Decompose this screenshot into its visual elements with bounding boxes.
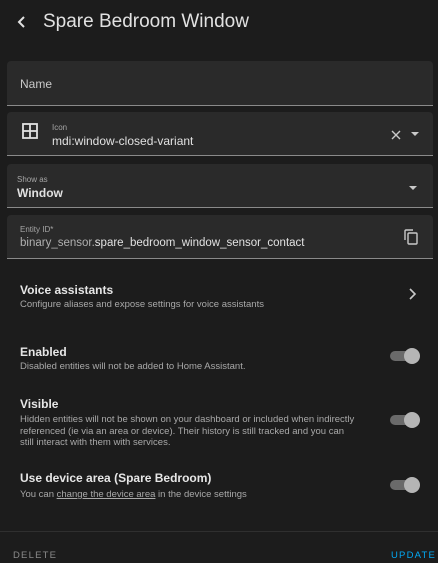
update-button[interactable]: UPDATE bbox=[391, 550, 436, 561]
entity-id-label: Entity ID* bbox=[20, 225, 54, 234]
enabled-toggle[interactable] bbox=[390, 348, 420, 364]
show-as-value: Window bbox=[17, 186, 63, 200]
entity-id-field[interactable]: Entity ID* binary_sensor.spare_bedroom_w… bbox=[7, 215, 433, 259]
page-title: Spare Bedroom Window bbox=[43, 11, 249, 32]
device-area-toggle[interactable] bbox=[390, 477, 420, 493]
enabled-row: Enabled Disabled entities will not be ad… bbox=[0, 340, 438, 380]
name-placeholder: Name bbox=[20, 77, 53, 91]
device-area-title: Use device area (Spare Bedroom) bbox=[20, 471, 212, 485]
device-area-desc-after: in the device settings bbox=[155, 489, 247, 500]
caret-down-icon bbox=[409, 186, 417, 190]
entity-id-prefix: binary_sensor. bbox=[20, 237, 95, 249]
dialog-footer: DELETE UPDATE bbox=[0, 531, 438, 563]
entity-id-object: spare_bedroom_window_sensor_contact bbox=[94, 237, 305, 249]
show-as-dropdown-button[interactable] bbox=[406, 181, 420, 195]
voice-assistants-title: Voice assistants bbox=[20, 283, 114, 297]
show-as-label: Show as bbox=[17, 175, 48, 184]
device-area-desc: You can change the device area in the de… bbox=[20, 489, 247, 501]
copy-icon bbox=[404, 229, 418, 245]
icon-value: mdi:window-closed-variant bbox=[52, 134, 194, 148]
window-closed-variant-icon bbox=[22, 123, 38, 139]
dialog-header: Spare Bedroom Window bbox=[0, 0, 438, 44]
change-device-area-link[interactable]: change the device area bbox=[57, 489, 156, 500]
visible-title: Visible bbox=[20, 397, 59, 411]
show-as-select[interactable]: Show as Window bbox=[7, 164, 433, 208]
voice-assistants-row[interactable]: Voice assistants Configure aliases and e… bbox=[0, 278, 438, 318]
icon-field[interactable]: Icon mdi:window-closed-variant bbox=[7, 112, 433, 156]
visible-toggle[interactable] bbox=[390, 412, 420, 428]
close-icon bbox=[391, 130, 401, 140]
visible-row: Visible Hidden entities will not be show… bbox=[0, 392, 438, 454]
chevron-right-icon bbox=[409, 288, 417, 300]
icon-dropdown-button[interactable] bbox=[408, 127, 422, 141]
enabled-title: Enabled bbox=[20, 345, 67, 359]
toggle-thumb bbox=[404, 348, 420, 364]
caret-down-icon bbox=[411, 132, 419, 136]
icon-label: Icon bbox=[52, 123, 68, 132]
chevron-left-icon bbox=[17, 16, 25, 28]
toggle-thumb bbox=[404, 412, 420, 428]
enabled-desc: Disabled entities will not be added to H… bbox=[20, 361, 246, 372]
copy-entity-id-button[interactable] bbox=[402, 228, 420, 246]
toggle-thumb bbox=[404, 477, 420, 493]
device-area-desc-before: You can bbox=[20, 489, 57, 500]
delete-button[interactable]: DELETE bbox=[13, 550, 57, 561]
device-area-row: Use device area (Spare Bedroom) You can … bbox=[0, 466, 438, 506]
back-button[interactable] bbox=[8, 8, 36, 36]
clear-icon-button[interactable] bbox=[388, 127, 404, 143]
name-field[interactable]: Name bbox=[7, 61, 433, 106]
voice-assistants-desc: Configure aliases and expose settings fo… bbox=[20, 299, 264, 310]
visible-desc: Hidden entities will not be shown on you… bbox=[20, 414, 355, 448]
entity-id-value: binary_sensor.spare_bedroom_window_senso… bbox=[20, 237, 304, 249]
